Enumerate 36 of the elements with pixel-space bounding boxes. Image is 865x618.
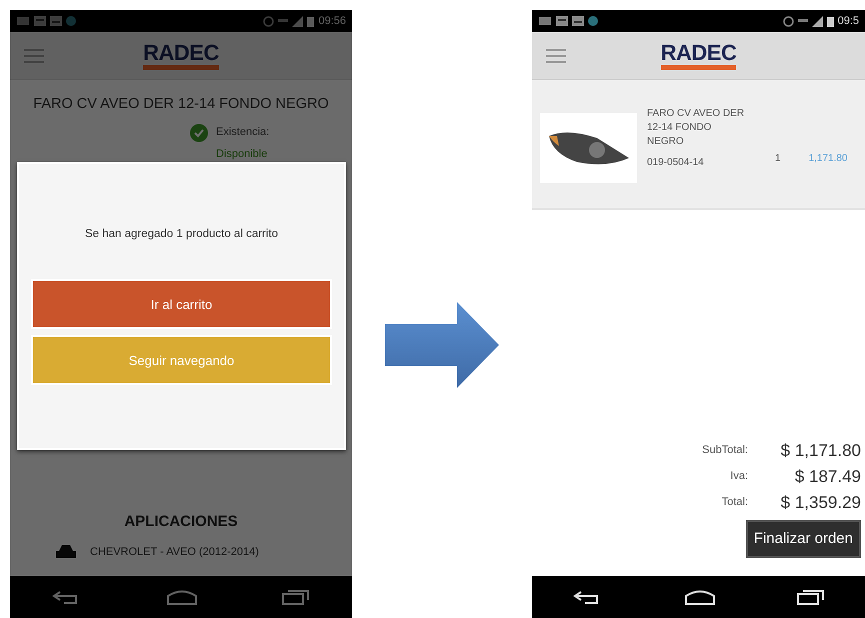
total-value: $ 1,359.29: [780, 492, 861, 514]
app-logo: RADEC: [660, 42, 736, 70]
item-description: FARO CV AVEO DER 12-14 FONDO NEGRO: [647, 106, 746, 148]
signal-icon: [292, 16, 304, 26]
item-code: 019-0504-14: [647, 156, 705, 170]
total-label: Iva:: [729, 469, 748, 484]
checkout-button[interactable]: Finalizar orden: [746, 520, 861, 558]
app-icon: [588, 16, 598, 26]
check-circle-icon: [190, 124, 208, 142]
alarm-icon: [263, 16, 274, 26]
home-icon[interactable]: [684, 589, 716, 605]
battery-icon: [307, 16, 314, 26]
section-heading: APLICACIONES: [123, 512, 239, 532]
total-label: SubTotal:: [701, 443, 748, 458]
dialog-button[interactable]: Ir al carrito: [31, 279, 332, 330]
stock-label: Existencia:: [216, 124, 270, 140]
alarm-icon: [782, 16, 794, 26]
total-value: $ 1,171.80: [780, 440, 861, 462]
signal-icon: [812, 16, 823, 26]
recent-apps-icon[interactable]: [796, 589, 824, 605]
total-label: Total:: [720, 495, 748, 510]
stock-status: Disponible: [216, 147, 268, 162]
status-time: 09:5: [838, 14, 859, 29]
menu-icon[interactable]: [546, 49, 566, 63]
item-quantity: 1: [775, 152, 781, 166]
product-title: FARO CV AVEO DER 12-14 FONDO NEGRO: [32, 95, 330, 114]
car-icon: [56, 544, 76, 560]
item-price: 1,171.80: [808, 152, 848, 166]
total-value: $ 187.49: [794, 466, 861, 488]
battery-icon: [826, 16, 834, 26]
app-icon: [66, 16, 76, 26]
dialog-message: Se han agregado 1 producto al carrito: [84, 227, 280, 242]
status-time: 09:56: [318, 14, 346, 29]
app-logo: RADEC: [143, 42, 219, 70]
application-text: CHEVROLET - AVEO (2012-2014): [90, 544, 259, 560]
right-arrow-icon: [385, 302, 499, 388]
